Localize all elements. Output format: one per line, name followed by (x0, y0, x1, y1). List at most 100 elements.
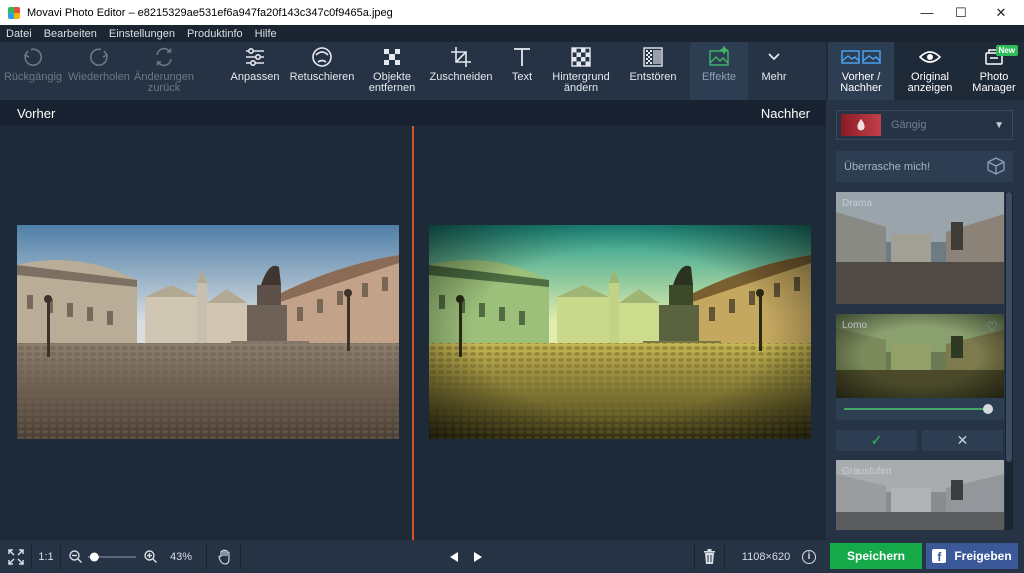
category-value: Gängig (891, 119, 927, 131)
show-original-label-2: anzeigen (907, 82, 953, 94)
menu-produktinfo[interactable]: Produktinfo (181, 28, 249, 40)
zoom-in-button[interactable] (141, 540, 159, 573)
zoom-slider[interactable] (86, 540, 138, 573)
favorite-heart-icon[interactable]: ♡ (986, 197, 998, 213)
dice-icon (987, 157, 1005, 178)
zoom-out-button[interactable] (66, 540, 84, 573)
delete-button[interactable] (698, 540, 720, 573)
show-original-button[interactable]: Original anzeigen (898, 42, 962, 100)
revert-label-2: zurück (147, 82, 181, 94)
menu-hilfe[interactable]: Hilfe (249, 28, 283, 40)
effect-lomo-name: Lomo (842, 320, 868, 331)
close-button[interactable]: ✕ (978, 0, 1024, 25)
remove-objects-button[interactable]: Objekte entfernen (362, 42, 422, 100)
effects-button[interactable]: Effekte (690, 42, 748, 100)
arrow-right-icon (474, 551, 482, 562)
panel-scrollbar[interactable] (1005, 192, 1013, 530)
zoom-level: 43% (169, 550, 193, 563)
before-photo (17, 225, 399, 439)
share-label: Freigeben (954, 549, 1012, 563)
surprise-me-button[interactable]: Überrasche mich! (836, 151, 1013, 182)
info-icon: i (802, 549, 816, 564)
redo-label: Wiederholen (68, 71, 130, 83)
undo-button[interactable]: Rückgängig (4, 42, 62, 100)
info-button[interactable]: i (800, 540, 818, 573)
revert-icon (153, 42, 175, 72)
favorite-heart-icon[interactable]: ♡ (986, 319, 998, 335)
remove-objects-icon (381, 42, 403, 72)
before-after-icon (841, 42, 881, 72)
chevron-down-icon (767, 42, 781, 72)
effect-drama[interactable]: Drama ♡ (836, 192, 1004, 304)
separator (206, 544, 207, 569)
menu-einstellungen[interactable]: Einstellungen (103, 28, 181, 40)
menu-bearbeiten[interactable]: Bearbeiten (38, 28, 103, 40)
eye-icon (919, 42, 941, 72)
next-image-button[interactable] (468, 540, 488, 573)
retouch-button[interactable]: Retuschieren (286, 42, 358, 100)
fullscreen-icon (8, 548, 24, 565)
maximize-button[interactable]: ☐ (944, 0, 978, 25)
revert-button[interactable]: Änderungen zurück (132, 42, 196, 100)
remove-objects-label-2: entfernen (368, 82, 416, 94)
change-background-button[interactable]: Hintergrund ändern (548, 42, 614, 100)
after-photo (429, 225, 811, 439)
caret-down-icon: ▼ (994, 119, 1004, 131)
hand-icon (218, 548, 230, 565)
save-button[interactable]: Speichern (830, 543, 922, 569)
effect-intensity-slider[interactable] (836, 398, 1004, 420)
undo-icon (22, 42, 44, 72)
share-button[interactable]: f Freigeben (926, 543, 1018, 569)
denoise-label: Entstören (629, 71, 677, 83)
view-toolbar: Vorher / Nachher Original anzeigen New P… (826, 42, 1024, 100)
zoom-slider-handle (89, 552, 99, 561)
new-badge: New (995, 45, 1018, 56)
separator (694, 544, 695, 569)
background-label-2: ändern (563, 82, 599, 94)
fit-to-screen-button[interactable] (2, 540, 30, 573)
slider-track (844, 408, 988, 410)
effect-grayscale[interactable]: Graustufen ♡ (836, 460, 1004, 530)
crop-label: Zuschneiden (429, 71, 493, 83)
more-button[interactable]: Mehr (752, 42, 796, 100)
text-button[interactable]: Text (502, 42, 542, 100)
image-dimensions: 1108×620 (741, 550, 791, 563)
split-divider[interactable] (412, 126, 414, 540)
effect-lomo[interactable]: Lomo ♡ (836, 314, 1004, 398)
photo-manager-button[interactable]: New Photo Manager (964, 42, 1024, 100)
crop-button[interactable]: Zuschneiden (426, 42, 496, 100)
redo-button[interactable]: Wiederholen (66, 42, 132, 100)
after-label: Nachher (760, 106, 810, 121)
apply-effect-button[interactable]: ✓ (836, 430, 917, 451)
cancel-effect-button[interactable]: ✕ (922, 430, 1003, 451)
before-after-label-2: Nachher (840, 82, 882, 94)
effect-grayscale-name: Graustufen (842, 466, 892, 477)
app-logo-icon (8, 6, 20, 19)
effects-label: Effekte (701, 71, 737, 83)
redo-icon (88, 42, 110, 72)
noise-icon (642, 42, 664, 72)
adjust-button[interactable]: Anpassen (226, 42, 284, 100)
face-icon (310, 42, 334, 72)
favorite-heart-icon[interactable]: ♡ (986, 465, 998, 481)
actual-size-button[interactable]: 1:1 (33, 540, 59, 573)
zoom-in-icon (143, 550, 157, 563)
denoise-button[interactable]: Entstören (622, 42, 684, 100)
window-title: Movavi Photo Editor – e8215329ae531ef6a9… (27, 6, 393, 19)
effect-category-dropdown[interactable]: Gängig ▼ (836, 110, 1013, 140)
separator (240, 544, 241, 569)
zoom-out-icon (68, 550, 82, 563)
menu-datei[interactable]: Datei (0, 28, 38, 40)
minimize-button[interactable]: — (910, 0, 944, 25)
category-thumbnail (841, 114, 881, 136)
trash-icon (703, 549, 715, 564)
separator (31, 544, 32, 569)
previous-image-button[interactable] (444, 540, 464, 573)
pan-tool-button[interactable] (212, 540, 238, 573)
before-after-button[interactable]: Vorher / Nachher (828, 42, 894, 100)
surprise-me-label: Überrasche mich! (844, 160, 931, 173)
separator (60, 544, 61, 569)
scrollbar-thumb[interactable] (1006, 192, 1012, 462)
slider-handle[interactable] (982, 404, 993, 414)
undo-label: Rückgängig (3, 71, 63, 83)
